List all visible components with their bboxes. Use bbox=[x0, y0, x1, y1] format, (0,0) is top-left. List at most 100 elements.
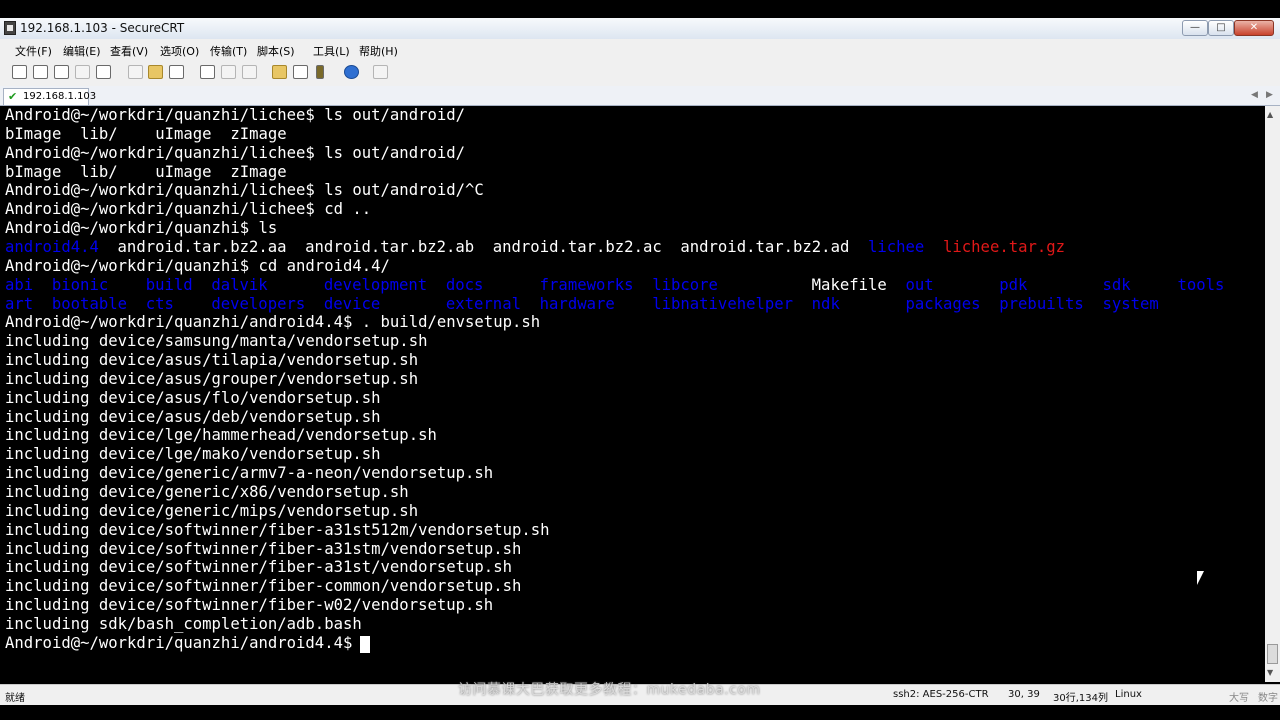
minimize-button[interactable]: — bbox=[1182, 20, 1208, 36]
connected-check-icon: ✔ bbox=[8, 90, 18, 103]
terminal-text: including device/softwinner/fiber-a31st/… bbox=[5, 558, 512, 577]
terminal-text: hardware bbox=[539, 294, 615, 313]
log-icon[interactable] bbox=[373, 65, 388, 79]
menu-script[interactable]: 脚本(S) bbox=[257, 43, 295, 59]
keymap-icon[interactable] bbox=[316, 65, 324, 79]
terminal-output[interactable]: Android@~/workdri/quanzhi/lichee$ ls out… bbox=[0, 106, 1265, 682]
status-caps: 大写 bbox=[1229, 693, 1249, 704]
menu-file[interactable]: 文件(F) bbox=[15, 43, 52, 59]
terminal-text: including device/generic/mips/vendorsetu… bbox=[5, 501, 419, 520]
maximize-button[interactable]: □ bbox=[1208, 20, 1234, 36]
terminal-text: sdk bbox=[1102, 275, 1131, 294]
terminal-text: bImage lib/ uImage zImage bbox=[5, 162, 287, 181]
terminal-text: including device/softwinner/fiber-a31stm… bbox=[5, 539, 522, 558]
terminal-line: including device/generic/armv7-a-neon/ve… bbox=[5, 464, 1260, 483]
session-options-icon[interactable] bbox=[272, 65, 287, 79]
disconnect-icon[interactable] bbox=[96, 65, 111, 79]
terminal-text: including device/lge/mako/vendorsetup.sh bbox=[5, 445, 381, 464]
terminal-text: Android@~/workdri/quanzhi/android4.4$ . … bbox=[5, 313, 541, 332]
terminal-text: dalvik bbox=[211, 275, 268, 294]
terminal-line: including device/softwinner/fiber-a31st/… bbox=[5, 558, 1260, 577]
scroll-up-icon[interactable]: ▲ bbox=[1267, 110, 1273, 119]
close-button[interactable]: ✕ bbox=[1234, 20, 1274, 36]
terminal-line: including device/generic/mips/vendorsetu… bbox=[5, 502, 1260, 521]
scrollbar-thumb[interactable] bbox=[1267, 644, 1278, 664]
terminal-text: art bbox=[5, 294, 34, 313]
terminal-text: including sdk/bash_completion/adb.bash bbox=[5, 614, 362, 633]
status-cipher: ssh2: AES-256-CTR bbox=[893, 689, 989, 700]
help-icon[interactable] bbox=[344, 65, 359, 79]
copy-icon[interactable] bbox=[128, 65, 143, 79]
status-os: Linux bbox=[1115, 689, 1142, 700]
scroll-down-icon[interactable]: ▼ bbox=[1267, 668, 1273, 677]
terminal-text: development bbox=[323, 275, 428, 294]
terminal-text: including device/softwinner/fiber-w02/ve… bbox=[5, 596, 494, 615]
terminal-text: build bbox=[145, 275, 193, 294]
reconnect-icon[interactable] bbox=[75, 65, 90, 79]
menu-view[interactable]: 查看(V) bbox=[110, 43, 148, 59]
terminal-text: cts bbox=[145, 294, 174, 313]
terminal-line: Android@~/workdri/quanzhi/android4.4$ . … bbox=[5, 313, 1260, 332]
paste-icon[interactable] bbox=[148, 65, 163, 79]
terminal-text: docs bbox=[445, 275, 484, 294]
tab-scroll-right-icon[interactable]: ▶ bbox=[1266, 90, 1273, 100]
connect-icon[interactable] bbox=[12, 65, 27, 79]
terminal-text: lichee.tar.gz bbox=[943, 237, 1066, 256]
terminal-text: android.tar.bz2.ac bbox=[492, 237, 662, 256]
menu-edit[interactable]: 编辑(E) bbox=[63, 43, 101, 59]
terminal-text: including device/asus/grouper/vendorsetu… bbox=[5, 369, 419, 388]
terminal-text: developers bbox=[211, 294, 306, 313]
session-tab[interactable]: ✔ 192.168.1.103 bbox=[3, 88, 96, 105]
terminal-line: including device/asus/tilapia/vendorsetu… bbox=[5, 351, 1260, 370]
menu-transfer[interactable]: 传输(T) bbox=[210, 43, 247, 59]
print-selection-icon[interactable] bbox=[242, 65, 257, 79]
terminal-line: including device/softwinner/fiber-common… bbox=[5, 577, 1260, 596]
menu-tools[interactable]: 工具(L) bbox=[313, 43, 350, 59]
terminal-text: out bbox=[905, 275, 934, 294]
terminal-text: ndk bbox=[811, 294, 840, 313]
securecrt-app-icon[interactable] bbox=[4, 21, 16, 35]
terminal-line: Android@~/workdri/quanzhi/lichee$ ls out… bbox=[5, 144, 1260, 163]
tab-scroll-left-icon[interactable]: ◀ bbox=[1251, 90, 1258, 100]
terminal-text: Android@~/workdri/quanzhi/lichee$ ls out… bbox=[5, 106, 466, 124]
terminal-text: Android@~/workdri/quanzhi/lichee$ ls out… bbox=[5, 181, 484, 200]
terminal-text: Android@~/workdri/quanzhi$ cd android4.4… bbox=[5, 256, 390, 275]
find-icon[interactable] bbox=[169, 65, 184, 79]
connect-tab-icon[interactable] bbox=[54, 65, 69, 79]
session-tab-bar: ✔ 192.168.1.103 ◀ ▶ bbox=[0, 86, 1280, 106]
session-tab-label: 192.168.1.103 bbox=[23, 91, 97, 102]
print-setup-icon[interactable] bbox=[221, 65, 236, 79]
print-icon[interactable] bbox=[200, 65, 215, 79]
terminal-line: including device/lge/hammerhead/vendorse… bbox=[5, 426, 1260, 445]
terminal-text: Android@~/workdri/quanzhi$ ls bbox=[5, 219, 278, 238]
terminal-line: including device/samsung/manta/vendorset… bbox=[5, 332, 1260, 351]
terminal-text: prebuilts bbox=[999, 294, 1084, 313]
window-title: 192.168.1.103 - SecureCRT bbox=[20, 21, 185, 35]
watermark-text: 访问慕课大巴获取更多教程：mukedaba.com bbox=[458, 682, 761, 698]
terminal-text: system bbox=[1102, 294, 1159, 313]
terminal-text: android4.4 bbox=[5, 237, 99, 256]
terminal-line: bImage lib/ uImage zImage bbox=[5, 125, 1260, 144]
terminal-text: including device/asus/deb/vendorsetup.sh bbox=[5, 407, 381, 426]
menu-options[interactable]: 选项(O) bbox=[160, 43, 199, 59]
menu-help[interactable]: 帮助(H) bbox=[359, 43, 398, 59]
global-options-icon[interactable] bbox=[293, 65, 308, 79]
quick-connect-icon[interactable] bbox=[33, 65, 48, 79]
terminal-line: including device/softwinner/fiber-a31st5… bbox=[5, 521, 1260, 540]
terminal-line: including device/asus/flo/vendorsetup.sh bbox=[5, 389, 1260, 408]
terminal-text: abi bbox=[5, 275, 34, 294]
terminal-line: Android@~/workdri/quanzhi/android4.4$ bbox=[5, 634, 1260, 653]
terminal-text: android.tar.bz2.ab bbox=[305, 237, 475, 256]
terminal-line: abi bionic build dalvik development docs frame… bbox=[5, 276, 1260, 295]
terminal-line: Android@~/workdri/quanzhi$ cd android4.4… bbox=[5, 257, 1260, 276]
terminal-text: Android@~/workdri/quanzhi/lichee$ ls out… bbox=[5, 143, 466, 162]
terminal-text: including device/generic/x86/vendorsetup… bbox=[5, 483, 409, 501]
status-terminal-size: 30行,134列 bbox=[1053, 693, 1108, 704]
terminal-line: including device/asus/deb/vendorsetup.sh bbox=[5, 408, 1260, 427]
terminal-scrollbar[interactable]: ▲ ▼ bbox=[1265, 106, 1280, 682]
terminal-line: including device/generic/x86/vendorsetup… bbox=[5, 483, 1260, 502]
terminal-text: android.tar.bz2.aa bbox=[117, 237, 287, 256]
terminal-text: libnativehelper bbox=[652, 294, 794, 313]
terminal-line: including device/softwinner/fiber-a31stm… bbox=[5, 540, 1260, 559]
terminal-line: Android@~/workdri/quanzhi/lichee$ cd .. bbox=[5, 200, 1260, 219]
